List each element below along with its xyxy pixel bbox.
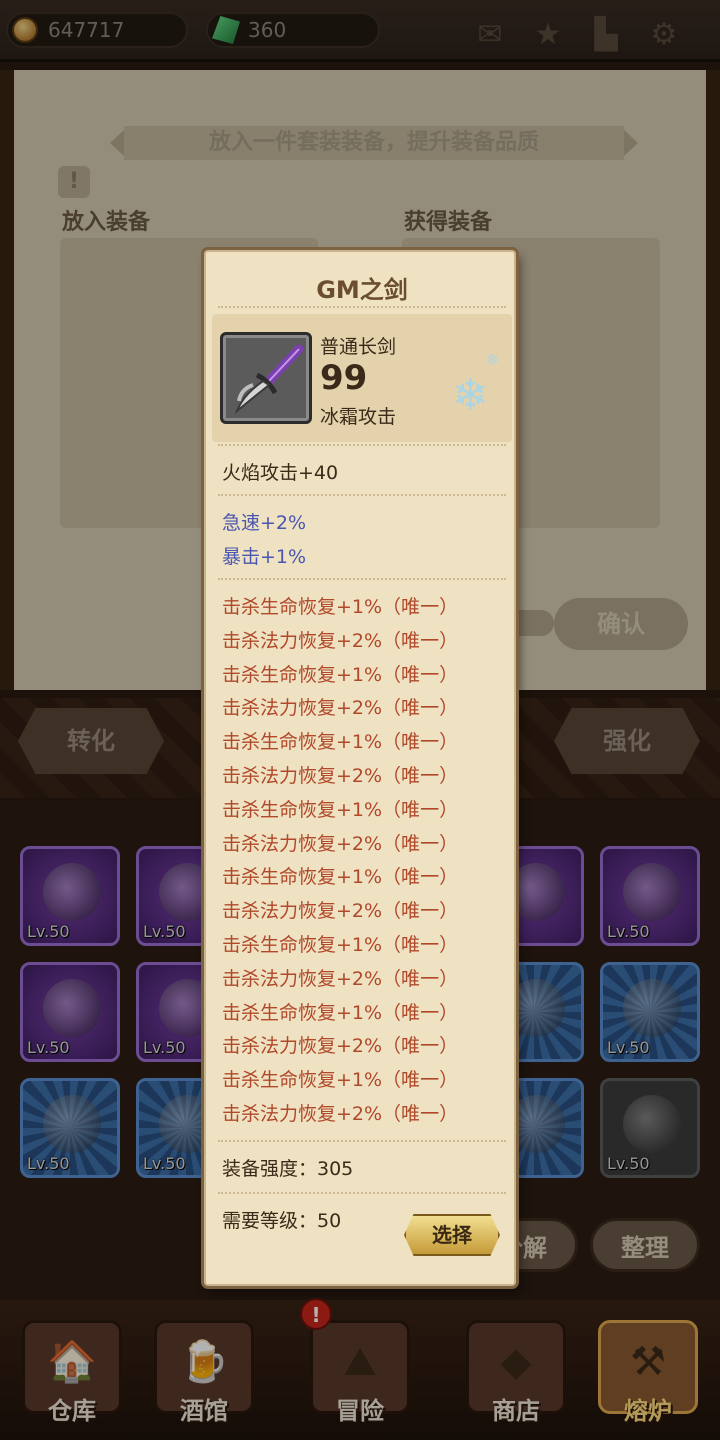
unique-stat: 击杀法力恢复+2%（唯一） [222,1035,459,1058]
unique-stat: 击杀生命恢复+1%（唯一） [222,798,459,821]
unique-stat: 击杀法力恢复+2%（唯一） [222,900,459,923]
unique-stat: 击杀法力恢复+2%（唯一） [222,832,459,855]
item-header: 普通长剑 99 冰霜攻击 ❄ ❄ [212,314,512,442]
unique-stat: 击杀生命恢复+1%（唯一） [222,1001,459,1024]
unique-stat: 击杀法力恢复+2%（唯一） [222,967,459,990]
unique-stat: 击杀生命恢复+1%（唯一） [222,866,459,889]
item-power: 99 [320,358,368,398]
item-icon-frame [220,332,312,424]
item-name: GM之剑 [316,276,408,304]
main-stat: 火焰攻击+40 [222,462,339,484]
divider [218,578,506,580]
item-tooltip: GM之剑 普通长剑 99 冰霜攻击 ❄ ❄ 火焰攻击+40 急速+2% 暴击+1… [204,250,516,1286]
select-button[interactable]: 选择 [404,1214,500,1256]
item-type: 普通长剑 [320,336,397,358]
divider [218,1140,506,1142]
unique-stat: 击杀法力恢复+2%（唯一） [222,629,459,652]
unique-stat: 击杀法力恢复+2%（唯一） [222,1103,459,1125]
frost-icon: ❄ [452,370,489,421]
unique-stat: 击杀生命恢复+1%（唯一） [222,731,459,754]
unique-stat: 击杀法力恢复+2%（唯一） [222,697,459,720]
unique-stat: 击杀生命恢复+1%（唯一） [222,596,459,618]
bonus-stat: 暴击+1% [222,546,307,568]
item-element: 冰霜攻击 [320,406,397,428]
unique-stat: 击杀生命恢复+1%（唯一） [222,1069,459,1092]
unique-stat: 击杀法力恢复+2%（唯一） [222,765,459,787]
divider [218,494,506,496]
unique-stat: 击杀生命恢复+1%（唯一） [222,663,459,686]
sword-icon [234,344,304,415]
required-level: 需要等级：50 [222,1210,342,1232]
divider [218,444,506,446]
divider [218,1192,506,1194]
bonus-stat: 急速+2% [222,512,307,534]
divider [218,306,506,308]
unique-stat: 击杀生命恢复+1%（唯一） [222,934,459,956]
frost-small-icon: ❄ [486,350,500,369]
equipment-strength: 装备强度：305 [222,1158,354,1180]
